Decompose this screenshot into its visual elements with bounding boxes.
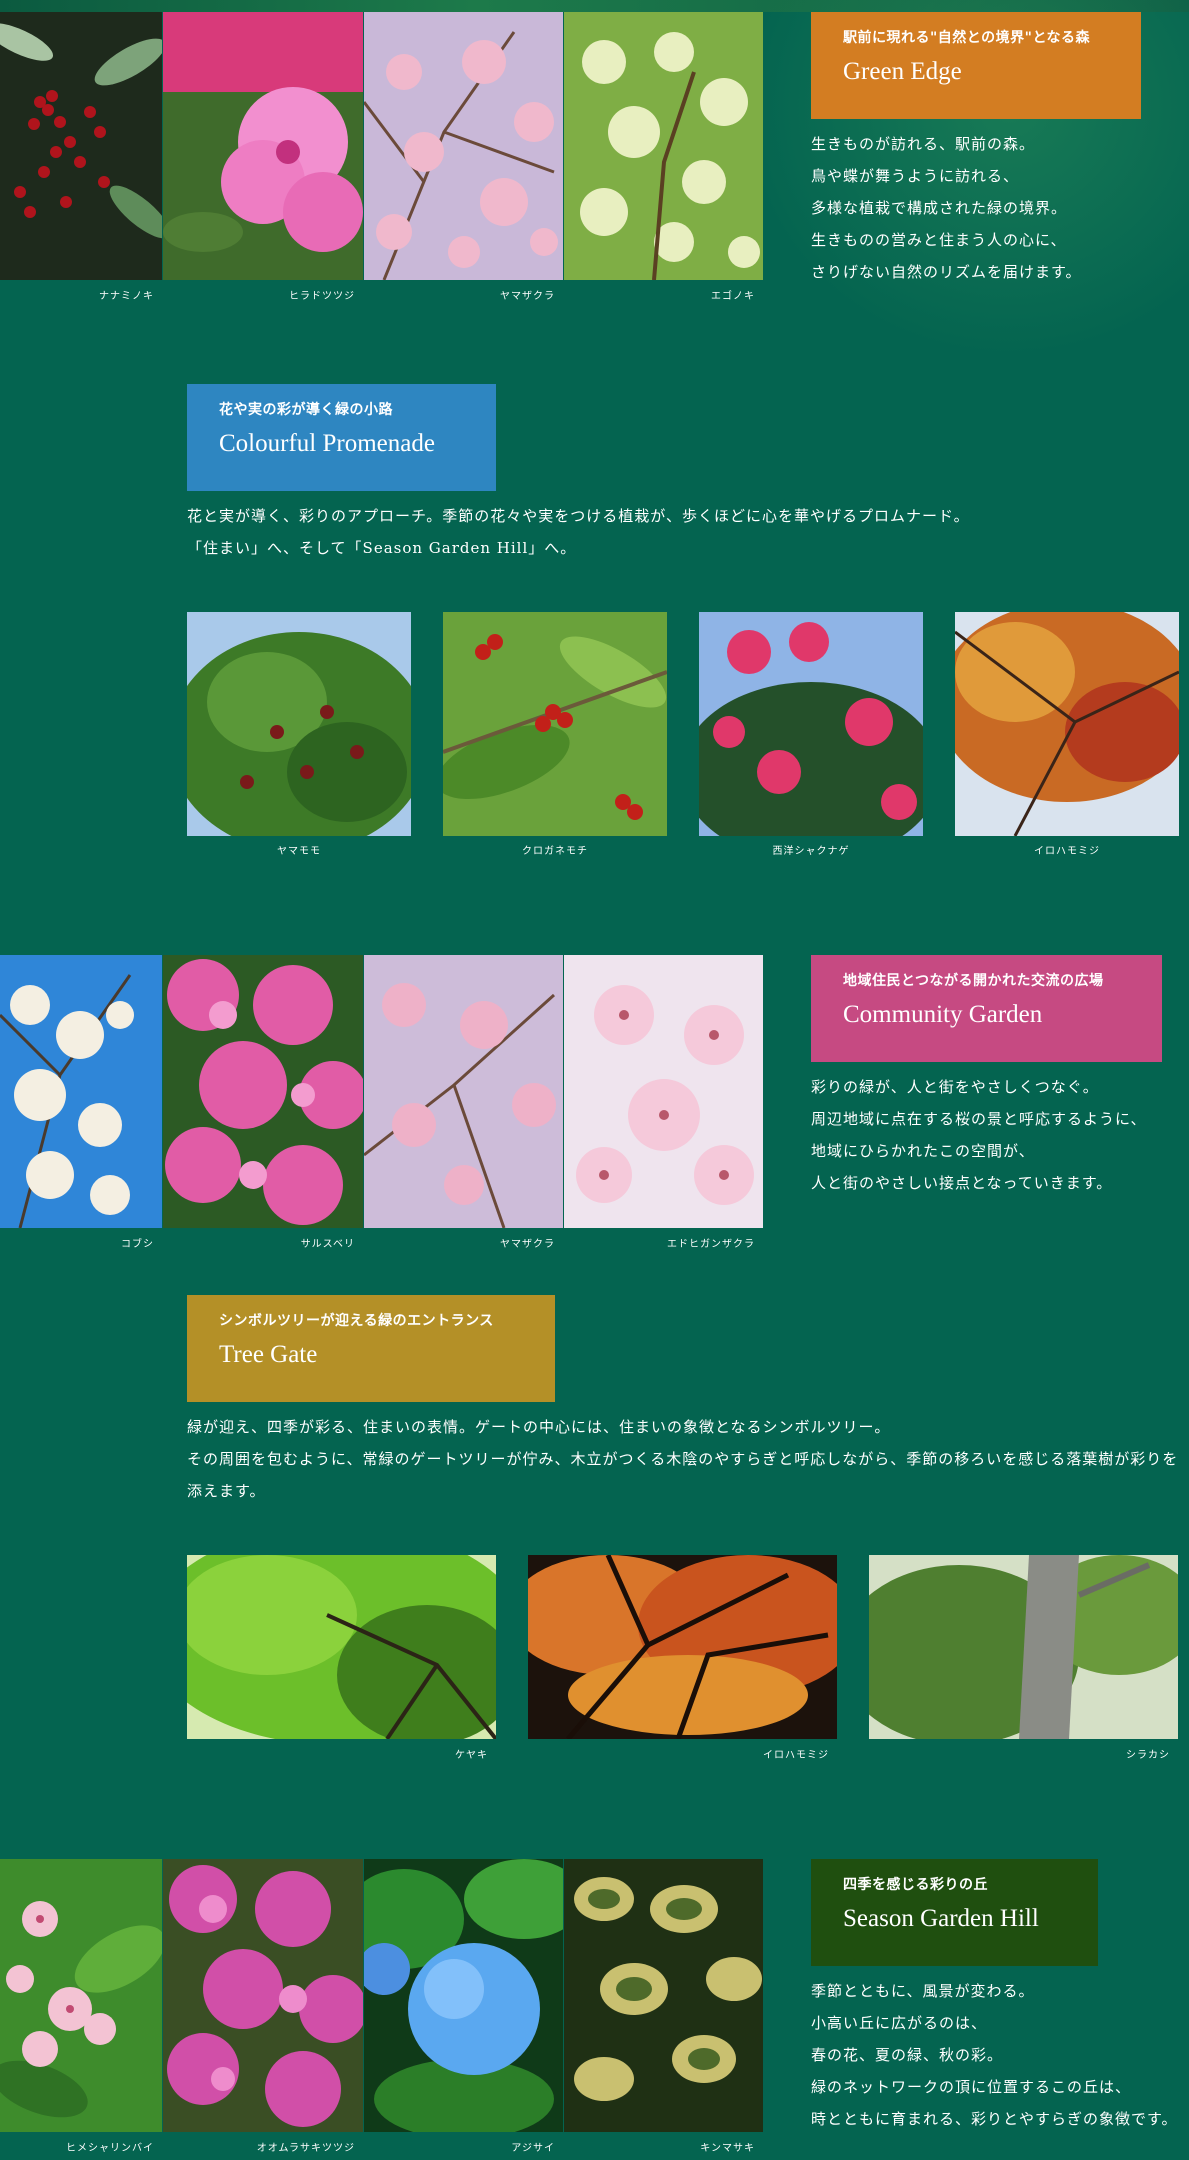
photo-caption: ナナミノキ	[99, 291, 154, 302]
section-subtitle: 四季を感じる彩りの丘	[843, 1877, 988, 1893]
description-line: 生きものの営みと住まう人の心に、	[811, 231, 1067, 249]
community-garden-description: 彩りの緑が、人と街をやさしくつなぐ。 周辺地域に点在する桜の景と呼応するように、…	[811, 1071, 1181, 1199]
photo-caption: イロハモミジ	[763, 1750, 829, 1761]
edo-higan-cherry-photo	[564, 955, 763, 1228]
description-line: 時とともに育まれる、彩りとやすらぎの象徴です。	[811, 2110, 1178, 2128]
cherry-blossom-photo	[364, 955, 563, 1228]
rhododendron-photo	[699, 612, 923, 836]
cherry-blossom-photo	[364, 12, 563, 280]
section-subtitle: シンボルツリーが迎える緑のエントランス	[219, 1313, 494, 1329]
photo-caption: ヤマザクラ	[500, 1239, 555, 1250]
section-title: Green Edge	[843, 58, 962, 85]
photo-caption: 西洋シャクナゲ	[772, 846, 850, 857]
section-subtitle: 花や実の彩が導く緑の小路	[219, 402, 393, 418]
description-line: 小高い丘に広がるのは、	[811, 2014, 988, 2032]
tree-gate-heading: シンボルツリーが迎える緑のエントランス Tree Gate	[187, 1295, 555, 1402]
indian-hawthorn-photo	[0, 1859, 162, 2132]
bayberry-photo	[187, 612, 411, 836]
section-title: Colourful Promenade	[219, 430, 435, 457]
green-edge-heading: 駅前に現れる"自然との境界"となる森 Green Edge	[811, 12, 1141, 119]
colourful-promenade-heading: 花や実の彩が導く緑の小路 Colourful Promenade	[187, 384, 496, 491]
zelkova-photo	[187, 1555, 496, 1739]
photo-caption: キンマサキ	[700, 2143, 755, 2154]
purple-azalea-photo	[163, 1859, 363, 2132]
golden-euonymus-photo	[564, 1859, 763, 2132]
photo-caption: アジサイ	[511, 2143, 555, 2154]
description-line: 添えます。	[187, 1482, 266, 1500]
section-title: Season Garden Hill	[843, 1905, 1039, 1932]
photo-caption: ヒラドツツジ	[289, 291, 355, 302]
section-subtitle: 地域住民とつながる開かれた交流の広場	[843, 973, 1104, 989]
photo-caption: コブシ	[121, 1239, 154, 1250]
photo-caption: ヤマモモ	[277, 846, 321, 857]
hydrangea-photo	[364, 1859, 563, 2132]
photo-caption: ヤマザクラ	[500, 291, 555, 302]
photo-caption: エゴノキ	[711, 291, 755, 302]
maple-photo	[955, 612, 1179, 836]
description-line: 緑のネットワークの頂に位置するこの丘は、	[811, 2078, 1132, 2096]
description-line: 彩りの緑が、人と街をやさしくつなぐ。	[811, 1078, 1099, 1096]
season-garden-hill-heading: 四季を感じる彩りの丘 Season Garden Hill	[811, 1859, 1098, 1966]
holly-photo	[443, 612, 667, 836]
white-oak-photo	[869, 1555, 1178, 1739]
description-line: 花と実が導く、彩りのアプローチ。季節の花々や実をつける植栽が、歩くほどに心を華や…	[187, 507, 970, 525]
description-line: 春の花、夏の緑、秋の彩。	[811, 2046, 1004, 2064]
magnolia-photo	[0, 955, 162, 1228]
description-line: 鳥や蝶が舞うように訪れる、	[811, 167, 1020, 185]
green-edge-description: 生きものが訪れる、駅前の森。 鳥や蝶が舞うように訪れる、 多様な植栽で構成された…	[811, 128, 1181, 288]
section-title: Community Garden	[843, 1001, 1043, 1028]
description-line: さりげない自然のリズムを届けます。	[811, 263, 1082, 281]
photo-caption: エドヒガンザクラ	[667, 1239, 755, 1250]
crape-myrtle-photo	[163, 955, 363, 1228]
photo-caption: イロハモミジ	[1034, 846, 1100, 857]
photo-caption: ケヤキ	[455, 1750, 488, 1761]
tree-gate-description: 緑が迎え、四季が彩る、住まいの表情。ゲートの中心には、住まいの象徴となるシンボル…	[187, 1411, 1179, 1507]
description-line: その周囲を包むように、常緑のゲートツリーが佇み、木立がつくる木陰のやすらぎと呼応…	[187, 1450, 1179, 1468]
autumn-maple-photo	[528, 1555, 837, 1739]
holly-berries-photo	[0, 12, 162, 280]
photo-caption: サルスベリ	[300, 1239, 355, 1250]
photo-caption: ヒメシャリンバイ	[66, 2143, 154, 2154]
description-line: 季節とともに、風景が変わる。	[811, 1982, 1035, 2000]
section-subtitle: 駅前に現れる"自然との境界"となる森	[843, 30, 1091, 46]
description-line: 周辺地域に点在する桜の景と呼応するように、	[811, 1110, 1147, 1128]
description-line: 生きものが訪れる、駅前の森。	[811, 135, 1036, 153]
snowbell-photo	[564, 12, 763, 280]
season-garden-hill-description: 季節とともに、風景が変わる。 小高い丘に広がるのは、 春の花、夏の緑、秋の彩。 …	[811, 1975, 1187, 2135]
section-title: Tree Gate	[219, 1341, 318, 1368]
description-line: 人と街のやさしい接点となっていきます。	[811, 1174, 1113, 1192]
colourful-promenade-description: 花と実が導く、彩りのアプローチ。季節の花々や実をつける植栽が、歩くほどに心を華や…	[187, 500, 1177, 564]
community-garden-heading: 地域住民とつながる開かれた交流の広場 Community Garden	[811, 955, 1162, 1062]
description-line: 「住まい」へ、そして「Season Garden Hill」へ。	[187, 539, 577, 557]
description-line: 地域にひらかれたこの空間が、	[811, 1142, 1035, 1160]
photo-caption: クロガネモチ	[522, 846, 588, 857]
photo-caption: オオムラサキツツジ	[256, 2143, 355, 2154]
photo-caption: シラカシ	[1126, 1750, 1170, 1761]
description-line: 多様な植栽で構成された緑の境界。	[811, 199, 1068, 217]
description-line: 緑が迎え、四季が彩る、住まいの表情。ゲートの中心には、住まいの象徴となるシンボル…	[187, 1418, 891, 1436]
azalea-photo	[163, 12, 363, 280]
